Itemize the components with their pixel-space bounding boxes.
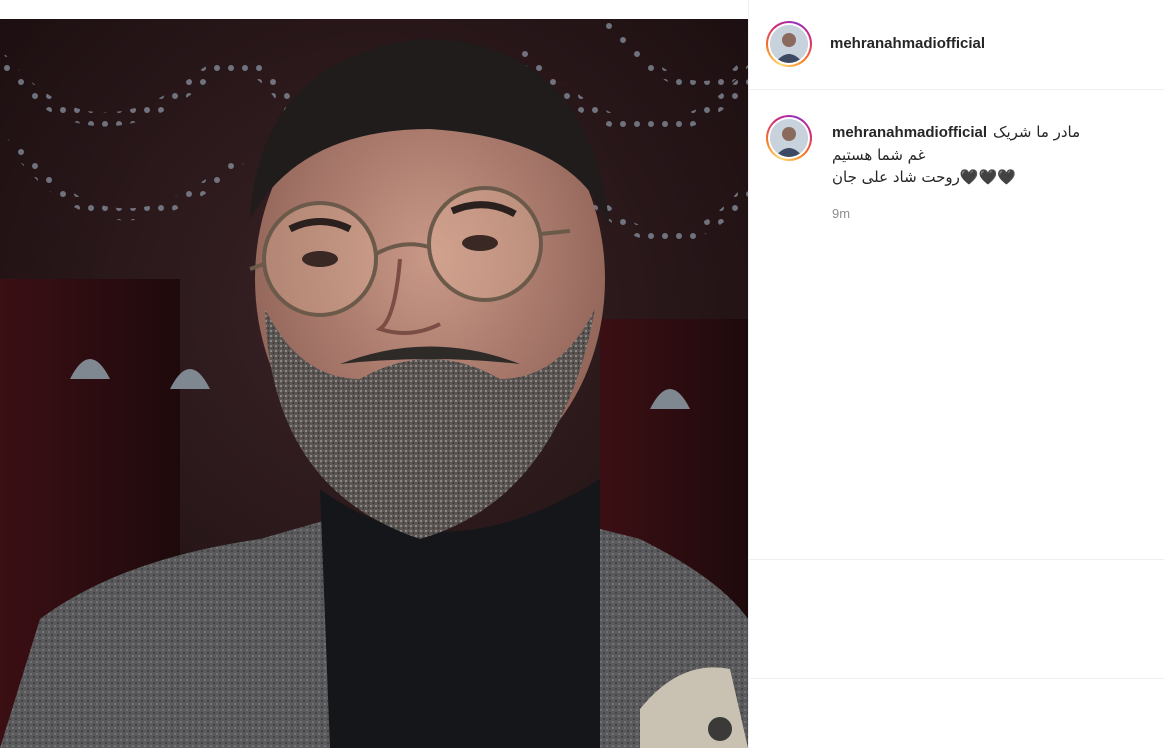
post-viewer: mehranahmadiofficial mehranahmadiofficia…: [0, 0, 1164, 748]
caption-line-3-text: روحت شاد علی جان: [832, 168, 960, 186]
header-username[interactable]: mehranahmadiofficial: [830, 35, 985, 52]
caption-line-3: 🖤🖤🖤روحت شاد علی جان: [832, 166, 1122, 188]
header-avatar[interactable]: [766, 21, 812, 67]
caption-line-1: مادر ما شریک: [993, 123, 1081, 141]
profile-avatar-icon: [770, 25, 808, 63]
caption-line-2: غم شما هستیم: [832, 146, 926, 164]
post-photo-illustration: [0, 19, 748, 748]
black-heart-icon: 🖤🖤🖤: [959, 168, 1016, 186]
post-image[interactable]: [0, 19, 748, 748]
post-header: mehranahmadiofficial: [749, 0, 1164, 90]
comment-username[interactable]: mehranahmadiofficial: [832, 122, 987, 144]
top-strip: [0, 0, 748, 19]
comment-avatar[interactable]: [766, 115, 812, 161]
post-side-panel: mehranahmadiofficial mehranahmadiofficia…: [748, 0, 1164, 748]
profile-avatar-icon: [770, 119, 808, 157]
comment-body: mehranahmadiofficial مادر ما شریک غم شما…: [832, 121, 1122, 188]
caption-comment: mehranahmadiofficial مادر ما شریک غم شما…: [749, 100, 1164, 560]
post-timestamp[interactable]: 9m: [832, 206, 850, 221]
divider: [749, 678, 1164, 679]
